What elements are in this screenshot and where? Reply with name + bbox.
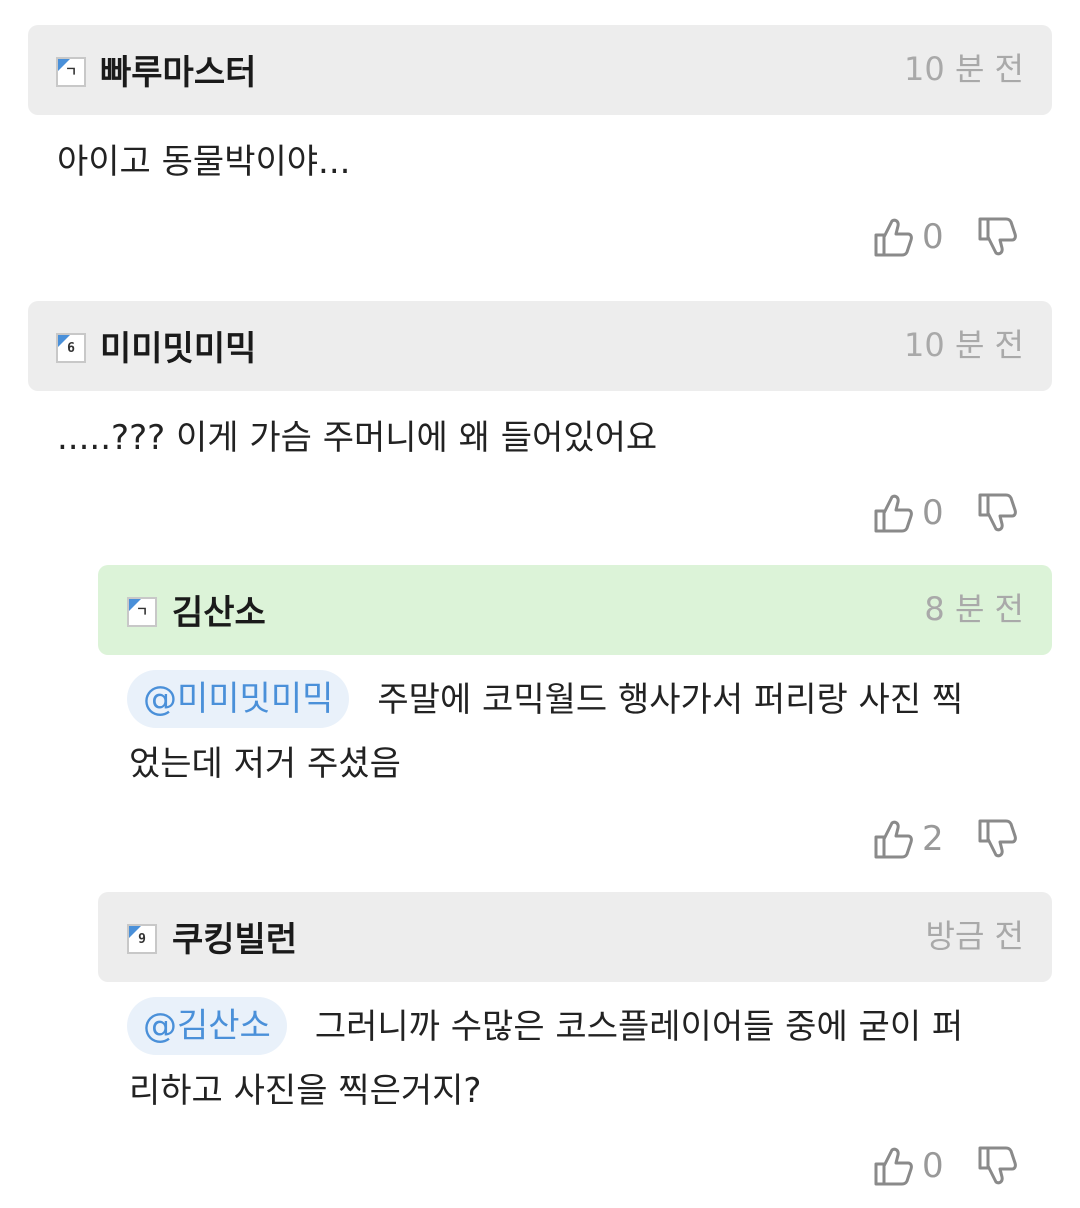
vote-bar: 0 [872, 1141, 1018, 1191]
thumbs-down-icon[interactable] [976, 491, 1018, 535]
like-count: 0 [922, 1146, 944, 1186]
reply-header: ㄱ 김산소 8 분 전 [98, 565, 1052, 655]
like-count: 2 [922, 819, 944, 859]
comment-header: ㄱ 빠루마스터 10 분 전 [28, 25, 1052, 115]
level-icon: 9 [127, 924, 157, 954]
level-icon: ㄱ [127, 597, 157, 627]
comment-text: .....??? 이게 가슴 주머니에 왜 들어있어요 [57, 418, 658, 458]
reply-text: @김산소 그러니까 수많은 코스플레이어들 중에 굳이 퍼 [127, 995, 963, 1059]
thumbs-up-icon[interactable] [872, 1144, 914, 1188]
timestamp: 8 분 전 [924, 590, 1024, 628]
timestamp: 10 분 전 [904, 50, 1024, 88]
username[interactable]: 쿠킹빌런 [172, 918, 297, 962]
thumbs-down-icon[interactable] [976, 817, 1018, 861]
thumbs-up-icon[interactable] [872, 215, 914, 259]
mention-tag[interactable]: @미미밋미믹 [127, 670, 350, 728]
mention-tag[interactable]: @김산소 [127, 997, 287, 1055]
level-icon: 6 [56, 333, 86, 363]
like-count: 0 [922, 493, 944, 533]
username[interactable]: 김산소 [172, 591, 266, 635]
reply-text-line: 었는데 저거 주셨음 [129, 744, 401, 784]
reply-text-line: 그러니까 수많은 코스플레이어들 중에 굳이 퍼 [314, 1007, 964, 1047]
vote-bar: 2 [872, 814, 1018, 864]
thumbs-up-icon[interactable] [872, 817, 914, 861]
vote-bar: 0 [872, 212, 1018, 262]
thumbs-down-icon[interactable] [976, 215, 1018, 259]
thumbs-down-icon[interactable] [976, 1144, 1018, 1188]
username[interactable]: 빠루마스터 [100, 51, 256, 95]
timestamp: 방금 전 [925, 917, 1025, 955]
username[interactable]: 미미밋미믹 [100, 327, 256, 371]
comment-text: 아이고 동물박이야... [57, 142, 351, 182]
reply-text: @미미밋미믹 주말에 코믹월드 행사가서 퍼리랑 사진 찍 [127, 668, 963, 732]
reply-header: 9 쿠킹빌런 방금 전 [98, 892, 1052, 982]
comment-header: 6 미미밋미믹 10 분 전 [28, 301, 1052, 391]
level-icon: ㄱ [56, 57, 86, 87]
timestamp: 10 분 전 [904, 326, 1024, 364]
thumbs-up-icon[interactable] [872, 491, 914, 535]
reply-text-line: 리하고 사진을 찍은거지? [129, 1071, 482, 1111]
reply-text-line: 주말에 코믹월드 행사가서 퍼리랑 사진 찍 [377, 680, 964, 720]
vote-bar: 0 [872, 488, 1018, 538]
like-count: 0 [922, 217, 944, 257]
